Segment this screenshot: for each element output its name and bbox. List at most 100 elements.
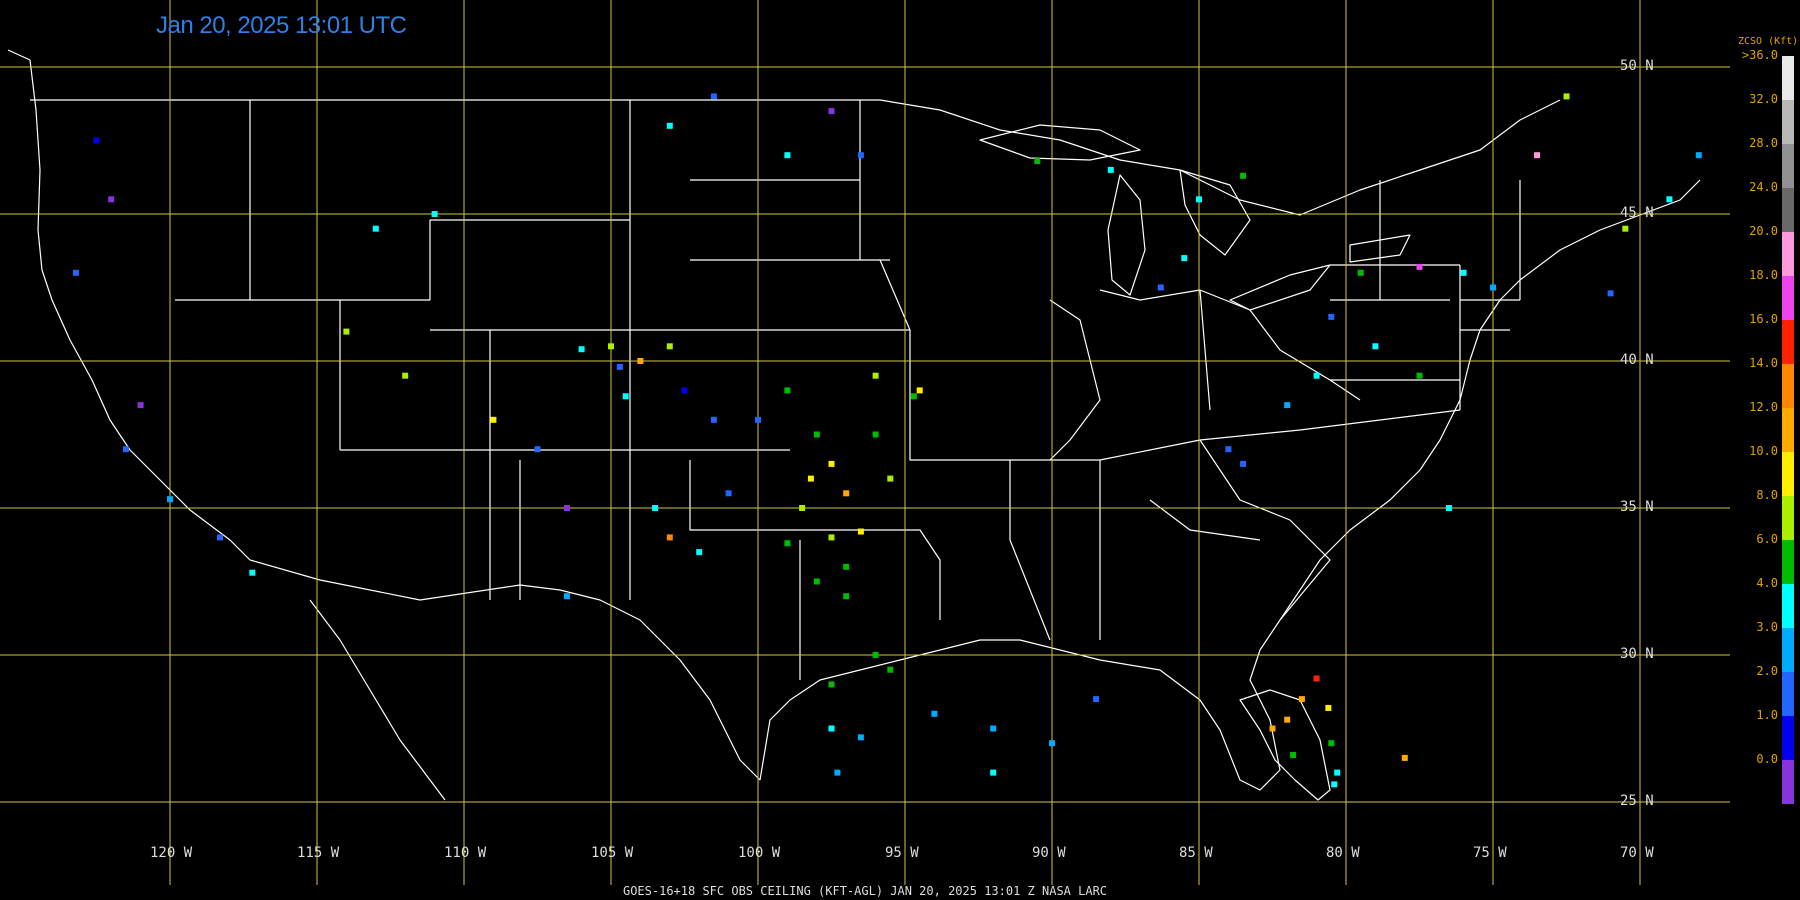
observation-point	[990, 725, 997, 732]
longitude-label: 80 W	[1326, 845, 1360, 861]
observation-point	[1240, 460, 1247, 467]
observation-point	[622, 393, 629, 400]
observation-point	[1313, 372, 1320, 379]
colorbar-tick-label: 16.0	[1749, 312, 1778, 326]
longitude-label: 70 W	[1620, 845, 1654, 861]
map-footer-caption: GOES-16+18 SFC OBS CEILING (KFT-AGL) JAN…	[622, 884, 1108, 898]
observation-point	[343, 328, 350, 335]
colorbar-segment	[1782, 628, 1794, 672]
colorbar-tick-label: 4.0	[1756, 576, 1778, 590]
observation-point	[872, 652, 879, 658]
colorbar-tick-label: >36.0	[1741, 48, 1778, 62]
colorbar-segment	[1782, 584, 1794, 628]
colorbar-segment	[1782, 144, 1794, 188]
latitude-label: 50 N	[1620, 58, 1654, 74]
observation-point	[1490, 284, 1496, 291]
colorbar-tick-label: 32.0	[1749, 92, 1778, 106]
observation-point	[681, 387, 688, 394]
observation-point	[725, 490, 732, 497]
observation-point	[813, 578, 820, 585]
observation-point	[608, 343, 614, 350]
observation-point	[828, 681, 835, 688]
colorbar-segment	[1782, 496, 1794, 540]
observation-point	[1334, 769, 1341, 776]
observation-point	[1563, 93, 1570, 100]
observation-point	[1284, 402, 1291, 409]
observation-point	[1093, 696, 1100, 703]
longitude-label: 115 W	[297, 845, 340, 861]
observation-point	[843, 593, 850, 600]
longitude-label: 105 W	[591, 845, 634, 861]
observation-point	[910, 393, 917, 400]
observation-point	[1445, 505, 1452, 511]
west-coast	[7, 49, 251, 561]
colorbar-segment	[1782, 56, 1794, 100]
observation-point	[1240, 172, 1247, 179]
map-stage: Jan 20, 2025 13:01 UTC GOES-16+18 SFC OB…	[0, 0, 1800, 900]
lake-huron	[1179, 169, 1251, 256]
observation-point	[799, 505, 806, 511]
observation-point	[372, 225, 379, 232]
observation-point	[1460, 269, 1467, 276]
observation-point	[1196, 196, 1202, 203]
colorbar-tick-label: 3.0	[1756, 620, 1778, 634]
colorbar-segment	[1782, 452, 1794, 496]
gulf-coast	[759, 639, 1281, 791]
observation-point	[216, 534, 223, 541]
latitude-label: 35 N	[1620, 499, 1654, 515]
colorbar-tick-label: 8.0	[1756, 488, 1778, 502]
longitude-label: 100 W	[738, 845, 781, 861]
latitude-label: 30 N	[1620, 646, 1654, 662]
observation-point	[1269, 725, 1276, 732]
observation-point	[807, 475, 814, 482]
observation-point	[1225, 446, 1232, 453]
observation-point	[666, 534, 673, 541]
colorbar-tick-label: 14.0	[1749, 356, 1778, 370]
colorbar-tick-label: 18.0	[1749, 268, 1778, 282]
longitude-label: 110 W	[444, 845, 487, 861]
colorbar-tick-label: 24.0	[1749, 180, 1778, 194]
colorbar-segment	[1782, 100, 1794, 144]
colorbar-tick-label: 0.0	[1756, 752, 1778, 766]
observation-point	[1328, 740, 1335, 747]
observation-point	[431, 211, 438, 217]
lake-erie	[1229, 264, 1331, 311]
observation-point	[843, 490, 850, 497]
observation-point	[666, 343, 673, 350]
latitude-label: 40 N	[1620, 352, 1654, 368]
longitude-label: 75 W	[1473, 845, 1507, 861]
observation-point	[93, 137, 100, 144]
observation-point	[490, 416, 497, 423]
observation-point	[828, 108, 835, 115]
colorbar-segment	[1782, 364, 1794, 408]
observation-point	[1331, 781, 1338, 788]
observation-point	[828, 725, 835, 732]
observation-point	[887, 666, 894, 673]
observation-point	[887, 475, 894, 482]
observation-point	[784, 540, 791, 547]
observation-point	[108, 196, 115, 203]
colorbar-segment	[1782, 188, 1794, 232]
observation-point	[784, 387, 791, 394]
observation-point	[1401, 754, 1408, 761]
observation-point	[857, 152, 864, 159]
observation-point	[167, 496, 173, 503]
longitude-label: 85 W	[1179, 845, 1213, 861]
colorbar-segment	[1782, 276, 1794, 320]
observation-point	[834, 769, 841, 776]
latitude-label: 45 N	[1620, 205, 1654, 221]
colorbar-segment	[1782, 408, 1794, 452]
observation-point	[857, 734, 864, 741]
latitude-label: 25 N	[1620, 793, 1654, 809]
observation-point	[402, 372, 409, 379]
baja-peninsula	[309, 599, 446, 801]
observation-point	[1666, 196, 1673, 203]
colorbar-segment	[1782, 540, 1794, 584]
canada-border	[30, 99, 1561, 216]
observation-point	[578, 346, 585, 353]
observation-point	[1607, 290, 1614, 297]
observation-point	[616, 363, 623, 370]
observation-point	[1107, 166, 1114, 173]
observation-point	[710, 416, 717, 423]
observation-point	[563, 593, 570, 600]
